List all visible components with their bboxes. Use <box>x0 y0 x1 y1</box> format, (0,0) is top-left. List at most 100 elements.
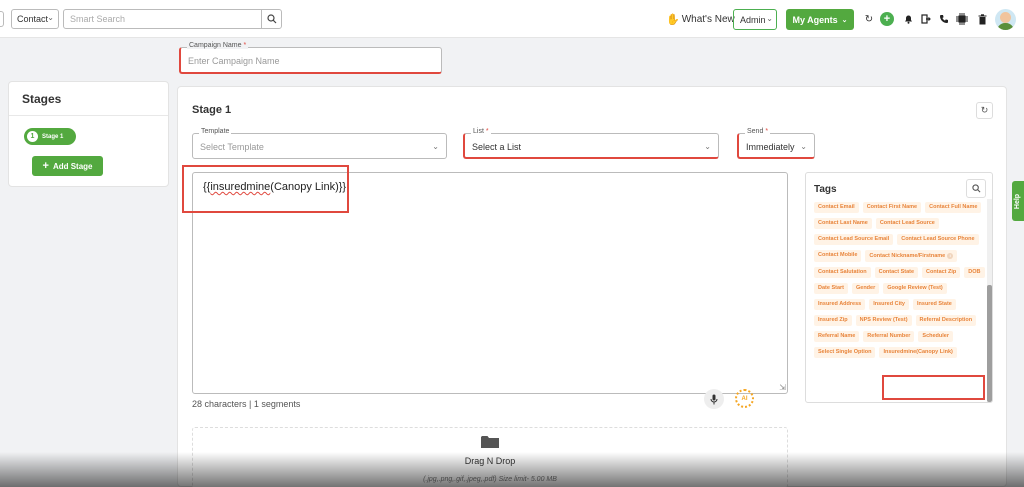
tag-chip[interactable]: NPS Review (Test) <box>855 315 912 326</box>
tag-chip[interactable]: Contact Nickname/Firstname i <box>865 250 958 262</box>
search-icon <box>971 184 980 193</box>
folder-icon <box>481 436 499 448</box>
tag-chip[interactable]: Contact Lead Source Phone <box>897 234 979 245</box>
whats-new-label: What's New <box>681 14 735 25</box>
dropzone-title: Drag N Drop <box>464 456 516 466</box>
bell-icon[interactable] <box>901 12 915 26</box>
stage-item[interactable]: 1 Stage 1 <box>24 128 76 145</box>
tags-scrollbar[interactable] <box>987 285 992 402</box>
tag-chip[interactable]: Contact Lead Source <box>875 218 939 229</box>
help-label: Help <box>1014 193 1022 209</box>
whats-new-link[interactable]: ✋ What's New <box>666 13 735 26</box>
file-dropzone[interactable]: Drag N Drop (.jpg,.png,.gif,.jpeg,.pdf) … <box>192 427 788 487</box>
tag-chip[interactable]: Insured Address <box>814 299 866 310</box>
annotation-highlight-tag <box>882 375 985 400</box>
chevron-down-icon: ⌄ <box>766 14 773 23</box>
tag-chip[interactable]: Insured Zip <box>814 315 852 326</box>
refresh-icon: ↻ <box>980 105 989 115</box>
refresh-button[interactable]: ↻ <box>976 102 993 119</box>
sidebar-toggle[interactable] <box>0 11 4 27</box>
tag-chip[interactable]: Referral Description <box>915 315 977 326</box>
role-select-value: Admin <box>740 15 766 25</box>
tag-chip[interactable]: Scheduler <box>918 331 953 342</box>
search-button[interactable] <box>261 10 281 28</box>
tag-chip[interactable]: Referral Name <box>814 331 860 342</box>
tag-chip[interactable]: Gender <box>851 283 880 294</box>
template-select[interactable]: Template Select Template ⌄ <box>192 128 447 159</box>
stage-label: Stage 1 <box>42 133 64 140</box>
role-select[interactable]: Admin ⌄ <box>733 9 777 30</box>
tag-chip[interactable]: Contact State <box>874 267 919 278</box>
smart-search[interactable]: Smart Search <box>63 9 282 29</box>
tags-panel: Tags Contact Email Contact First Name Co… <box>805 172 993 403</box>
chevron-down-icon: ⌄ <box>704 142 711 151</box>
plus-icon: + <box>42 160 49 172</box>
tags-title: Tags <box>814 184 837 195</box>
search-icon <box>266 14 276 24</box>
ai-assist-button[interactable]: AI <box>735 389 754 408</box>
tag-chip[interactable]: Google Review (Test) <box>883 283 947 294</box>
tag-chip[interactable]: DOB <box>964 267 985 278</box>
tag-chip[interactable]: Contact Full Name <box>925 202 982 213</box>
annotation-highlight-message <box>182 165 349 213</box>
tag-chip[interactable]: Contact Lead Source Email <box>814 234 894 245</box>
microphone-button[interactable] <box>704 389 724 409</box>
add-icon[interactable]: + <box>880 12 894 26</box>
tag-chip[interactable]: Referral Number <box>863 331 915 342</box>
avatar-body <box>997 23 1014 30</box>
add-stage-button[interactable]: + Add Stage <box>32 156 103 176</box>
tag-chip[interactable]: Contact Mobile <box>814 250 862 262</box>
list-select[interactable]: List * Select a List ⌄ <box>463 128 719 159</box>
microphone-icon <box>710 394 718 404</box>
trash-icon[interactable] <box>975 12 989 26</box>
tag-chip[interactable]: Contact Salutation <box>814 267 871 278</box>
send-label: Send * <box>745 128 771 135</box>
tag-chip[interactable]: Contact Last Name <box>814 218 872 229</box>
chip-icon[interactable] <box>955 12 969 26</box>
send-select[interactable]: Send * Immediately ⌄ <box>737 128 815 159</box>
divider <box>9 115 168 116</box>
chevron-down-icon: ⌄ <box>432 142 439 151</box>
stages-panel: Stages 1 Stage 1 + Add Stage <box>8 81 169 187</box>
tag-chip[interactable]: Contact Email <box>814 202 859 213</box>
my-agents-label: My Agents <box>792 14 838 25</box>
send-value: Immediately <box>746 142 795 152</box>
tag-chip[interactable]: Contact Zip <box>922 267 961 278</box>
stages-title: Stages <box>22 92 62 106</box>
tag-chip[interactable]: Contact First Name <box>862 202 922 213</box>
search-input[interactable]: Smart Search <box>70 14 125 24</box>
stage-number: 1 <box>27 131 38 142</box>
tags-list: Contact Email Contact First Name Contact… <box>814 202 986 358</box>
character-count: 28 characters | 1 segments <box>192 399 301 409</box>
hand-icon: ✋ <box>666 14 680 26</box>
tag-chip[interactable]: Insured State <box>913 299 956 310</box>
tag-chip[interactable]: Select Single Option <box>814 347 876 358</box>
tag-search-button[interactable] <box>966 179 986 198</box>
ai-label: AI <box>741 395 748 402</box>
campaign-name-field[interactable]: Campaign Name * Enter Campaign Name <box>179 42 442 74</box>
campaign-name-label: Campaign Name * <box>187 42 249 49</box>
tag-chip[interactable]: Insuredmine(Canopy Link) <box>879 347 957 358</box>
tag-chip[interactable]: Insured City <box>869 299 909 310</box>
info-icon: i <box>947 253 954 259</box>
add-stage-label: Add Stage <box>52 161 93 171</box>
list-label: List * <box>471 128 491 135</box>
help-tab[interactable]: Help <box>1012 181 1024 221</box>
resize-handle[interactable]: ⇲ <box>779 383 786 392</box>
entity-select[interactable]: Contact ⌄ <box>11 9 59 29</box>
tag-chip[interactable]: Date Start <box>814 283 848 294</box>
refresh-icon[interactable]: ↻ <box>862 12 876 26</box>
chevron-down-icon: ⌄ <box>47 13 54 22</box>
template-placeholder: Select Template <box>200 142 264 152</box>
avatar[interactable] <box>995 9 1016 30</box>
chevron-down-icon: ⌄ <box>841 16 848 24</box>
logout-icon[interactable] <box>919 12 933 26</box>
chevron-down-icon: ⌄ <box>800 142 807 151</box>
stage-editor-card: Stage 1 ↻ Template Select Template ⌄ Lis… <box>177 86 1007 487</box>
list-value: Select a List <box>472 142 522 152</box>
campaign-name-input[interactable]: Enter Campaign Name <box>188 56 280 66</box>
top-bar: Contact ⌄ Smart Search ✋ What's New Admi… <box>0 0 1024 38</box>
phone-icon[interactable] <box>937 12 951 26</box>
template-label: Template <box>199 128 232 135</box>
my-agents-button[interactable]: My Agents ⌄ <box>786 9 854 30</box>
